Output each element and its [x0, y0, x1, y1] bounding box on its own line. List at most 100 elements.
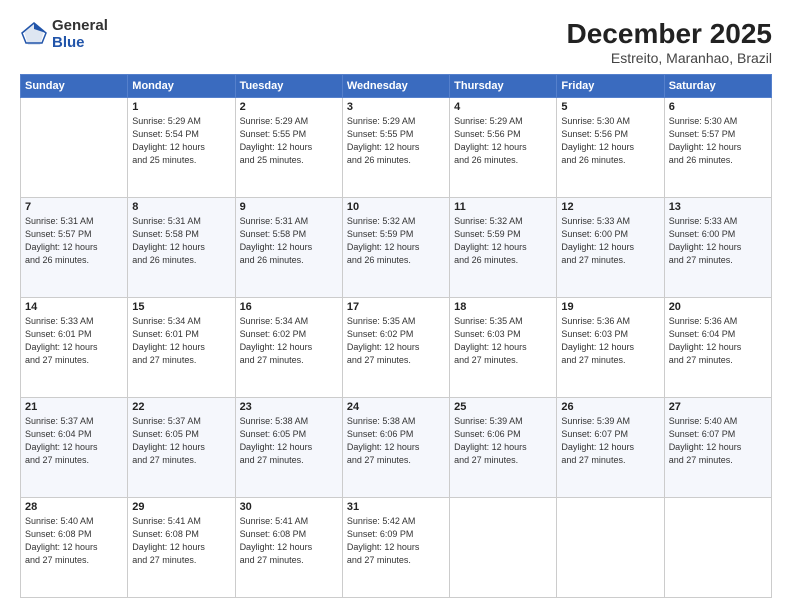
day-info: Sunrise: 5:40 AM Sunset: 6:08 PM Dayligh…: [25, 515, 123, 567]
header-saturday: Saturday: [664, 75, 771, 98]
calendar-week-row: 28Sunrise: 5:40 AM Sunset: 6:08 PM Dayli…: [21, 498, 772, 598]
day-info: Sunrise: 5:41 AM Sunset: 6:08 PM Dayligh…: [240, 515, 338, 567]
day-number: 10: [347, 201, 445, 213]
day-info: Sunrise: 5:40 AM Sunset: 6:07 PM Dayligh…: [669, 415, 767, 467]
page: General Blue December 2025 Estreito, Mar…: [0, 0, 792, 612]
table-row: 20Sunrise: 5:36 AM Sunset: 6:04 PM Dayli…: [664, 298, 771, 398]
day-number: 31: [347, 501, 445, 513]
calendar-week-row: 7 Sunrise: 5:31 AM Sunset: 5:57 PM Daylig…: [21, 198, 772, 298]
day-info: Sunrise: 5:34 AM Sunset: 6:01 PM Dayligh…: [132, 315, 230, 367]
table-row: 13 Sunrise: 5:33 AM Sunset: 6:00 PM Dayli…: [664, 198, 771, 298]
day-number: 16: [240, 301, 338, 313]
main-title: December 2025: [567, 18, 772, 50]
day-info: Sunrise: 5:36 AM Sunset: 6:04 PM Dayligh…: [669, 315, 767, 367]
table-row: 16 Sunrise: 5:34 AM Sunset: 6:02 PM Dayli…: [235, 298, 342, 398]
day-number: 25: [454, 401, 552, 413]
day-number: 1: [132, 101, 230, 113]
header-tuesday: Tuesday: [235, 75, 342, 98]
day-info: Sunrise: 5:36 AM Sunset: 6:03 PM Dayligh…: [561, 315, 659, 367]
day-number: 8: [132, 201, 230, 213]
table-row: 4 Sunrise: 5:29 AM Sunset: 5:56 PM Daylig…: [450, 98, 557, 198]
day-number: 27: [669, 401, 767, 413]
day-info: Sunrise: 5:42 AM Sunset: 6:09 PM Dayligh…: [347, 515, 445, 567]
calendar-week-row: 21Sunrise: 5:37 AM Sunset: 6:04 PM Dayli…: [21, 398, 772, 498]
table-row: 28Sunrise: 5:40 AM Sunset: 6:08 PM Dayli…: [21, 498, 128, 598]
table-row: 29 Sunrise: 5:41 AM Sunset: 6:08 PM Dayli…: [128, 498, 235, 598]
day-info: Sunrise: 5:41 AM Sunset: 6:08 PM Dayligh…: [132, 515, 230, 567]
day-info: Sunrise: 5:29 AM Sunset: 5:56 PM Dayligh…: [454, 115, 552, 167]
day-info: Sunrise: 5:37 AM Sunset: 6:04 PM Dayligh…: [25, 415, 123, 467]
day-number: 30: [240, 501, 338, 513]
table-row: 7 Sunrise: 5:31 AM Sunset: 5:57 PM Daylig…: [21, 198, 128, 298]
day-info: Sunrise: 5:33 AM Sunset: 6:00 PM Dayligh…: [669, 215, 767, 267]
table-row: 30 Sunrise: 5:41 AM Sunset: 6:08 PM Dayli…: [235, 498, 342, 598]
table-row: 25 Sunrise: 5:39 AM Sunset: 6:06 PM Dayli…: [450, 398, 557, 498]
day-number: 12: [561, 201, 659, 213]
logo: General Blue: [20, 18, 108, 51]
header-thursday: Thursday: [450, 75, 557, 98]
day-number: 29: [132, 501, 230, 513]
day-info: Sunrise: 5:29 AM Sunset: 5:55 PM Dayligh…: [240, 115, 338, 167]
day-info: Sunrise: 5:37 AM Sunset: 6:05 PM Dayligh…: [132, 415, 230, 467]
table-row: 3 Sunrise: 5:29 AM Sunset: 5:55 PM Daylig…: [342, 98, 449, 198]
table-row: 6 Sunrise: 5:30 AM Sunset: 5:57 PM Daylig…: [664, 98, 771, 198]
table-row: 2 Sunrise: 5:29 AM Sunset: 5:55 PM Daylig…: [235, 98, 342, 198]
day-info: Sunrise: 5:35 AM Sunset: 6:03 PM Dayligh…: [454, 315, 552, 367]
table-row: 1Sunrise: 5:29 AM Sunset: 5:54 PM Daylig…: [128, 98, 235, 198]
header-monday: Monday: [128, 75, 235, 98]
day-number: 26: [561, 401, 659, 413]
header-wednesday: Wednesday: [342, 75, 449, 98]
table-row: 14 Sunrise: 5:33 AM Sunset: 6:01 PM Dayli…: [21, 298, 128, 398]
day-info: Sunrise: 5:30 AM Sunset: 5:56 PM Dayligh…: [561, 115, 659, 167]
day-number: 2: [240, 101, 338, 113]
day-number: 15: [132, 301, 230, 313]
table-row: 9 Sunrise: 5:31 AM Sunset: 5:58 PM Daylig…: [235, 198, 342, 298]
header-friday: Friday: [557, 75, 664, 98]
day-info: Sunrise: 5:33 AM Sunset: 6:01 PM Dayligh…: [25, 315, 123, 367]
table-row: 27 Sunrise: 5:40 AM Sunset: 6:07 PM Dayli…: [664, 398, 771, 498]
table-row: 17Sunrise: 5:35 AM Sunset: 6:02 PM Dayli…: [342, 298, 449, 398]
day-info: Sunrise: 5:31 AM Sunset: 5:57 PM Dayligh…: [25, 215, 123, 267]
day-info: Sunrise: 5:30 AM Sunset: 5:57 PM Dayligh…: [669, 115, 767, 167]
logo-icon: [20, 21, 48, 49]
table-row: [557, 498, 664, 598]
day-number: 7: [25, 201, 123, 213]
day-info: Sunrise: 5:31 AM Sunset: 5:58 PM Dayligh…: [240, 215, 338, 267]
table-row: 11Sunrise: 5:32 AM Sunset: 5:59 PM Dayli…: [450, 198, 557, 298]
logo-text: General Blue: [52, 18, 108, 51]
day-number: 23: [240, 401, 338, 413]
table-row: [21, 98, 128, 198]
table-row: 23 Sunrise: 5:38 AM Sunset: 6:05 PM Dayli…: [235, 398, 342, 498]
table-row: 19 Sunrise: 5:36 AM Sunset: 6:03 PM Dayli…: [557, 298, 664, 398]
header: General Blue December 2025 Estreito, Mar…: [20, 18, 772, 66]
table-row: 8Sunrise: 5:31 AM Sunset: 5:58 PM Daylig…: [128, 198, 235, 298]
calendar-header-row: Sunday Monday Tuesday Wednesday Thursday…: [21, 75, 772, 98]
day-number: 14: [25, 301, 123, 313]
day-info: Sunrise: 5:34 AM Sunset: 6:02 PM Dayligh…: [240, 315, 338, 367]
table-row: [450, 498, 557, 598]
calendar-week-row: 14 Sunrise: 5:33 AM Sunset: 6:01 PM Dayli…: [21, 298, 772, 398]
day-number: 4: [454, 101, 552, 113]
table-row: 21Sunrise: 5:37 AM Sunset: 6:04 PM Dayli…: [21, 398, 128, 498]
logo-blue-text: Blue: [52, 35, 108, 52]
day-number: 13: [669, 201, 767, 213]
table-row: 26 Sunrise: 5:39 AM Sunset: 6:07 PM Dayli…: [557, 398, 664, 498]
day-info: Sunrise: 5:38 AM Sunset: 6:05 PM Dayligh…: [240, 415, 338, 467]
day-number: 22: [132, 401, 230, 413]
table-row: 22 Sunrise: 5:37 AM Sunset: 6:05 PM Dayli…: [128, 398, 235, 498]
day-info: Sunrise: 5:29 AM Sunset: 5:55 PM Dayligh…: [347, 115, 445, 167]
day-number: 6: [669, 101, 767, 113]
day-number: 19: [561, 301, 659, 313]
day-info: Sunrise: 5:35 AM Sunset: 6:02 PM Dayligh…: [347, 315, 445, 367]
day-info: Sunrise: 5:32 AM Sunset: 5:59 PM Dayligh…: [347, 215, 445, 267]
day-number: 18: [454, 301, 552, 313]
day-number: 9: [240, 201, 338, 213]
day-number: 3: [347, 101, 445, 113]
day-number: 5: [561, 101, 659, 113]
day-info: Sunrise: 5:39 AM Sunset: 6:07 PM Dayligh…: [561, 415, 659, 467]
day-info: Sunrise: 5:39 AM Sunset: 6:06 PM Dayligh…: [454, 415, 552, 467]
day-number: 24: [347, 401, 445, 413]
logo-general-text: General: [52, 18, 108, 35]
table-row: [664, 498, 771, 598]
subtitle: Estreito, Maranhao, Brazil: [567, 50, 772, 66]
